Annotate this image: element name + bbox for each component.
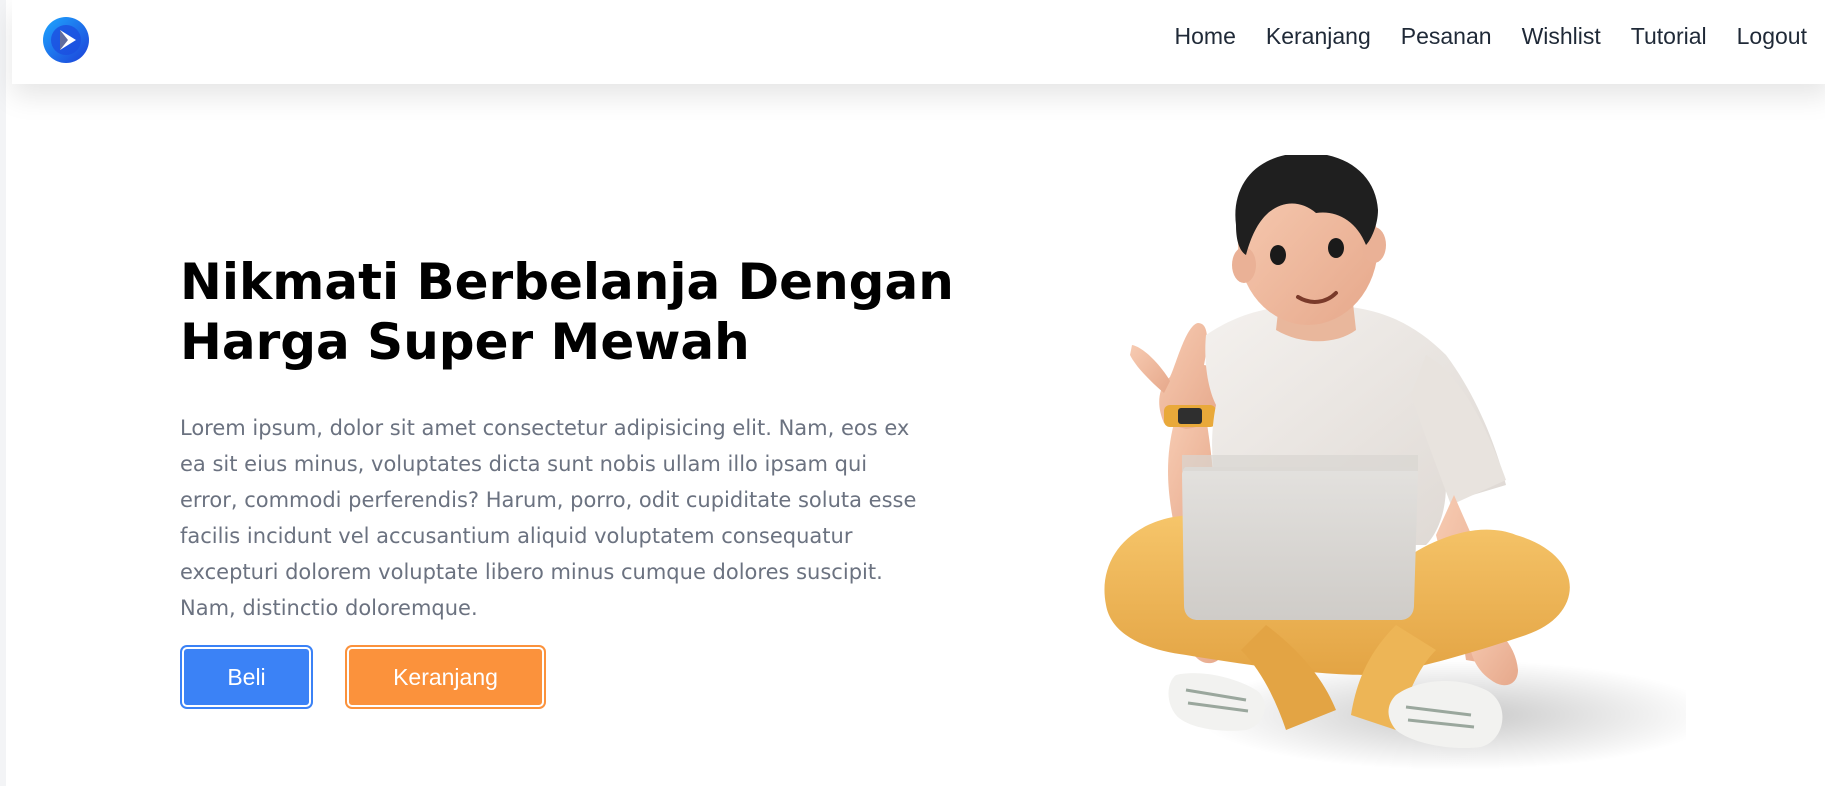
hero-title-line: Harga Super Mewah (180, 313, 750, 371)
play-logo-icon[interactable] (42, 16, 90, 64)
nav-link-wishlist[interactable]: Wishlist (1522, 23, 1601, 50)
hero-title-line: Nikmati Berbelanja Dengan (180, 253, 954, 311)
buy-button[interactable]: Beli (182, 647, 311, 707)
hero-description-line: Nam, distinctio doloremque. (180, 596, 478, 620)
nav-links: Home Keranjang Pesanan Wishlist Tutorial… (1145, 0, 1807, 72)
nav-link-logout[interactable]: Logout (1737, 23, 1807, 50)
nav-link-keranjang[interactable]: Keranjang (1266, 23, 1371, 50)
hero-illustration (1066, 152, 1716, 786)
nav-link-tutorial[interactable]: Tutorial (1631, 23, 1707, 50)
page-frame: Home Keranjang Pesanan Wishlist Tutorial… (0, 0, 1825, 786)
hero-title: Nikmati Berbelanja Dengan Harga Super Me… (180, 252, 954, 372)
hero-description-line: ea sit eius minus, voluptates dicta sunt… (180, 452, 868, 476)
nav-link-home[interactable]: Home (1175, 23, 1236, 50)
add-to-cart-button[interactable]: Keranjang (347, 647, 544, 707)
hero-description-line: facilis incidunt vel accusantium aliquid… (180, 524, 853, 548)
hero-description-line: excepturi dolorem voluptate libero minus… (180, 560, 883, 584)
hero-description-line: Lorem ipsum, dolor sit amet consectetur … (180, 416, 910, 440)
hero-description: Lorem ipsum, dolor sit amet consectetur … (180, 410, 940, 626)
nav-link-pesanan[interactable]: Pesanan (1401, 23, 1492, 50)
hero-description-line: error, commodi perferendis? Harum, porro… (180, 488, 917, 512)
navbar: Home Keranjang Pesanan Wishlist Tutorial… (12, 0, 1825, 84)
